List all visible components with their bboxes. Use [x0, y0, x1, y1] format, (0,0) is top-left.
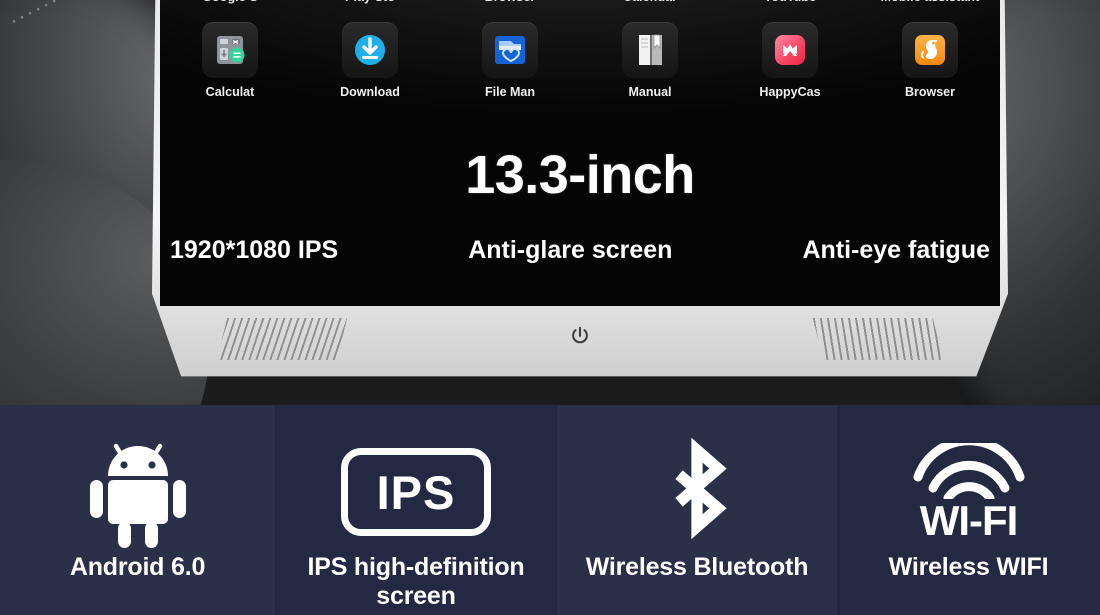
android-robot-icon [89, 443, 186, 548]
feature-icon-wrap: WI-FI [910, 431, 1028, 553]
app-label: Download [340, 85, 400, 99]
wifi-badge-text: WI-FI [919, 496, 1019, 544]
app-item-calculator[interactable]: Calculat [160, 22, 300, 99]
ips-badge-text: IPS [376, 465, 456, 519]
wifi-badge: WI-FI [910, 442, 1028, 544]
feature-label: Wireless WIFI [888, 553, 1049, 581]
app-label: HappyCas [759, 85, 821, 99]
app-item-file-manager[interactable]: File Man [440, 22, 580, 99]
top-app-label: YouTube [764, 0, 816, 4]
power-icon[interactable] [569, 324, 591, 348]
top-app-cell[interactable]: YouTube [720, 0, 860, 6]
feature-icon-wrap: IPS [341, 431, 491, 553]
app-tile[interactable] [762, 22, 818, 78]
download-icon [355, 35, 385, 65]
manual-book-icon [639, 34, 662, 65]
top-app-cell[interactable]: Google S [160, 0, 300, 6]
feature-label: Android 6.0 [69, 553, 206, 581]
subfeature-resolution: 1920*1080 IPS [170, 236, 339, 264]
feature-panel-wifi[interactable]: WI-FI Wireless WIFI [837, 405, 1100, 615]
app-label: Manual [628, 85, 672, 99]
wifi-icon [913, 442, 1024, 499]
bluetooth-icon [675, 437, 727, 540]
speaker-grille-left [216, 318, 348, 360]
file-manager-icon [495, 36, 525, 64]
top-app-label: Google S [202, 0, 258, 4]
app-tile[interactable] [482, 22, 538, 78]
screen-subfeature-row: 1920*1080 IPS Anti-glare screen Anti-eye… [160, 236, 1000, 265]
product-photo: Google S Play Sto Browser Calendar YouTu… [0, 0, 1100, 405]
feature-panel-ips[interactable]: IPS IPS high-definition screen [275, 405, 557, 615]
app-item-manual[interactable]: Manual [580, 22, 720, 99]
feature-panel-bluetooth[interactable]: Wireless Bluetooth [557, 405, 837, 615]
feature-label: IPS high-definition screen [307, 553, 525, 610]
ips-badge-icon: IPS [341, 448, 491, 536]
app-tile[interactable] [622, 22, 678, 78]
happycast-icon [775, 35, 805, 65]
app-label: Browser [904, 85, 956, 99]
top-app-cell[interactable]: Play Sto [300, 0, 440, 6]
monitor-screen: Google S Play Sto Browser Calendar YouTu… [160, 0, 1000, 306]
uc-browser-icon [915, 35, 945, 65]
top-app-label: Calendar [623, 0, 677, 4]
subfeature-antifatigue: Anti-eye fatigue [802, 236, 990, 264]
app-tile[interactable] [342, 22, 398, 78]
app-item-browser[interactable]: Browser [860, 22, 1000, 99]
screen-headline: 13.3-inch [465, 145, 695, 205]
top-app-label-row: Google S Play Sto Browser Calendar YouTu… [160, 0, 1000, 6]
top-app-label: Browser [485, 0, 536, 4]
top-app-cell[interactable]: Mobile assistant [860, 0, 1000, 6]
app-tile[interactable] [902, 22, 958, 78]
feature-label: Wireless Bluetooth [585, 553, 809, 581]
app-icon-grid: Calculat Download File Man Manual HappyC… [160, 22, 1000, 132]
calculator-icon [217, 36, 245, 64]
feature-icon-wrap [651, 431, 743, 553]
app-label: Calculat [205, 85, 255, 99]
monitor-bottom-bezel [152, 306, 1008, 378]
top-app-cell[interactable]: Calendar [580, 0, 720, 6]
app-item-happycast[interactable]: HappyCas [720, 22, 860, 99]
product-marketing-image: Google S Play Sto Browser Calendar YouTu… [0, 0, 1100, 615]
speaker-grille-right [812, 318, 944, 360]
top-app-label: Play Sto [345, 0, 395, 4]
feature-panel-android[interactable]: Android 6.0 [0, 405, 275, 615]
feature-strip: Android 6.0 IPS IPS high-definition scre… [0, 405, 1100, 615]
headrest-monitor: Google S Play Sto Browser Calendar YouTu… [152, 0, 1008, 378]
subfeature-antiglare: Anti-glare screen [468, 236, 673, 264]
top-app-cell[interactable]: Browser [440, 0, 580, 6]
app-label: File Man [484, 85, 535, 99]
top-app-label: Mobile assistant [881, 0, 980, 4]
app-item-download[interactable]: Download [300, 22, 440, 99]
feature-icon-wrap [86, 431, 190, 553]
app-tile[interactable] [202, 22, 258, 78]
